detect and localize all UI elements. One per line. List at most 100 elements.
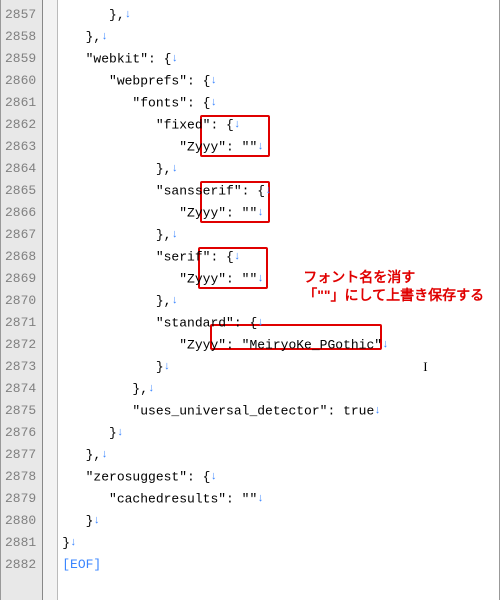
- code-text: },: [62, 7, 124, 22]
- code-text: "fixed": {: [62, 117, 234, 132]
- code-text: "serif": {: [62, 249, 234, 264]
- code-line[interactable]: "Zyyy": "MeiryoKe_PGothic"↓: [62, 334, 499, 356]
- code-text: },: [62, 293, 171, 308]
- eol-icon: ↓: [257, 141, 264, 153]
- code-text: }: [62, 425, 117, 440]
- code-line[interactable]: "webkit": {↓: [62, 48, 499, 70]
- code-line[interactable]: "Zyyy": ""↓: [62, 202, 499, 224]
- eol-icon: ↓: [210, 97, 217, 109]
- fold-margin: [43, 0, 58, 600]
- code-text: },: [62, 161, 171, 176]
- code-text: }: [62, 535, 70, 550]
- code-text: "uses_universal_detector": true: [62, 403, 374, 418]
- line-number: 2867: [5, 224, 36, 246]
- eol-icon: ↓: [234, 251, 241, 263]
- code-line[interactable]: [EOF]: [62, 554, 499, 576]
- eol-icon: ↓: [257, 317, 264, 329]
- line-number: 2875: [5, 400, 36, 422]
- line-number: 2862: [5, 114, 36, 136]
- code-line[interactable]: "Zyyy": ""↓: [62, 268, 499, 290]
- code-line[interactable]: "uses_universal_detector": true↓: [62, 400, 499, 422]
- code-line[interactable]: "Zyyy": ""↓: [62, 136, 499, 158]
- code-area[interactable]: フォント名を消す 「""」にして上書き保存する I },↓ },↓ "webki…: [58, 0, 499, 600]
- eol-icon: ↓: [164, 361, 171, 373]
- line-number: 2873: [5, 356, 36, 378]
- line-number: 2882: [5, 554, 36, 576]
- code-line[interactable]: "standard": {↓: [62, 312, 499, 334]
- code-line[interactable]: },↓: [62, 444, 499, 466]
- line-number: 2868: [5, 246, 36, 268]
- code-line[interactable]: }↓: [62, 510, 499, 532]
- code-line[interactable]: },↓: [62, 290, 499, 312]
- eol-icon: ↓: [382, 339, 389, 351]
- eol-icon: ↓: [257, 207, 264, 219]
- code-text: "Zyyy": "": [62, 205, 257, 220]
- code-text: }: [62, 513, 93, 528]
- eol-icon: ↓: [257, 493, 264, 505]
- code-text: "Zyyy": "": [62, 139, 257, 154]
- code-line[interactable]: }↓: [62, 422, 499, 444]
- code-text: "Zyyy": "": [62, 271, 257, 286]
- line-number-gutter: 2857285828592860286128622863286428652866…: [1, 0, 43, 600]
- eol-icon: ↓: [117, 427, 124, 439]
- code-text: "sansserif": {: [62, 183, 265, 198]
- code-line[interactable]: },↓: [62, 378, 499, 400]
- code-text: "zerosuggest": {: [62, 469, 210, 484]
- eol-icon: ↓: [70, 537, 77, 549]
- code-line[interactable]: }↓: [62, 532, 499, 554]
- code-text: }: [62, 359, 163, 374]
- code-text: "fonts": {: [62, 95, 210, 110]
- eol-icon: ↓: [101, 449, 108, 461]
- code-text: },: [62, 381, 148, 396]
- line-number: 2863: [5, 136, 36, 158]
- code-text: "webprefs": {: [62, 73, 210, 88]
- code-line[interactable]: }↓: [62, 356, 499, 378]
- code-editor: 2857285828592860286128622863286428652866…: [0, 0, 500, 600]
- code-text: },: [62, 227, 171, 242]
- eol-icon: ↓: [171, 229, 178, 241]
- eol-icon: ↓: [148, 383, 155, 395]
- code-text: },: [62, 447, 101, 462]
- line-number: 2874: [5, 378, 36, 400]
- code-line[interactable]: },↓: [62, 224, 499, 246]
- code-line[interactable]: "fixed": {↓: [62, 114, 499, 136]
- code-text: },: [62, 29, 101, 44]
- eof-marker: [EOF]: [62, 557, 101, 572]
- code-line[interactable]: "webprefs": {↓: [62, 70, 499, 92]
- code-line[interactable]: "sansserif": {↓: [62, 180, 499, 202]
- line-number: 2864: [5, 158, 36, 180]
- eol-icon: ↓: [257, 273, 264, 285]
- line-number: 2866: [5, 202, 36, 224]
- eol-icon: ↓: [374, 405, 381, 417]
- code-line[interactable]: "serif": {↓: [62, 246, 499, 268]
- code-line[interactable]: "zerosuggest": {↓: [62, 466, 499, 488]
- line-number: 2857: [5, 4, 36, 26]
- code-line[interactable]: "cachedresults": ""↓: [62, 488, 499, 510]
- eol-icon: ↓: [101, 31, 108, 43]
- code-line[interactable]: "fonts": {↓: [62, 92, 499, 114]
- code-text: "cachedresults": "": [62, 491, 257, 506]
- line-number: 2871: [5, 312, 36, 334]
- line-number: 2881: [5, 532, 36, 554]
- line-number: 2860: [5, 70, 36, 92]
- line-number: 2878: [5, 466, 36, 488]
- code-line[interactable]: },↓: [62, 26, 499, 48]
- eol-icon: ↓: [210, 75, 217, 87]
- line-number: 2877: [5, 444, 36, 466]
- code-line[interactable]: },↓: [62, 158, 499, 180]
- code-line[interactable]: },↓: [62, 4, 499, 26]
- eol-icon: ↓: [171, 53, 178, 65]
- line-number: 2858: [5, 26, 36, 48]
- line-number: 2869: [5, 268, 36, 290]
- line-number: 2879: [5, 488, 36, 510]
- line-number: 2880: [5, 510, 36, 532]
- code-text: "webkit": {: [62, 51, 171, 66]
- line-number: 2872: [5, 334, 36, 356]
- eol-icon: ↓: [234, 119, 241, 131]
- line-number: 2876: [5, 422, 36, 444]
- eol-icon: ↓: [93, 515, 100, 527]
- line-number: 2865: [5, 180, 36, 202]
- eol-icon: ↓: [210, 471, 217, 483]
- line-number: 2859: [5, 48, 36, 70]
- code-text: "Zyyy": "MeiryoKe_PGothic": [62, 337, 382, 352]
